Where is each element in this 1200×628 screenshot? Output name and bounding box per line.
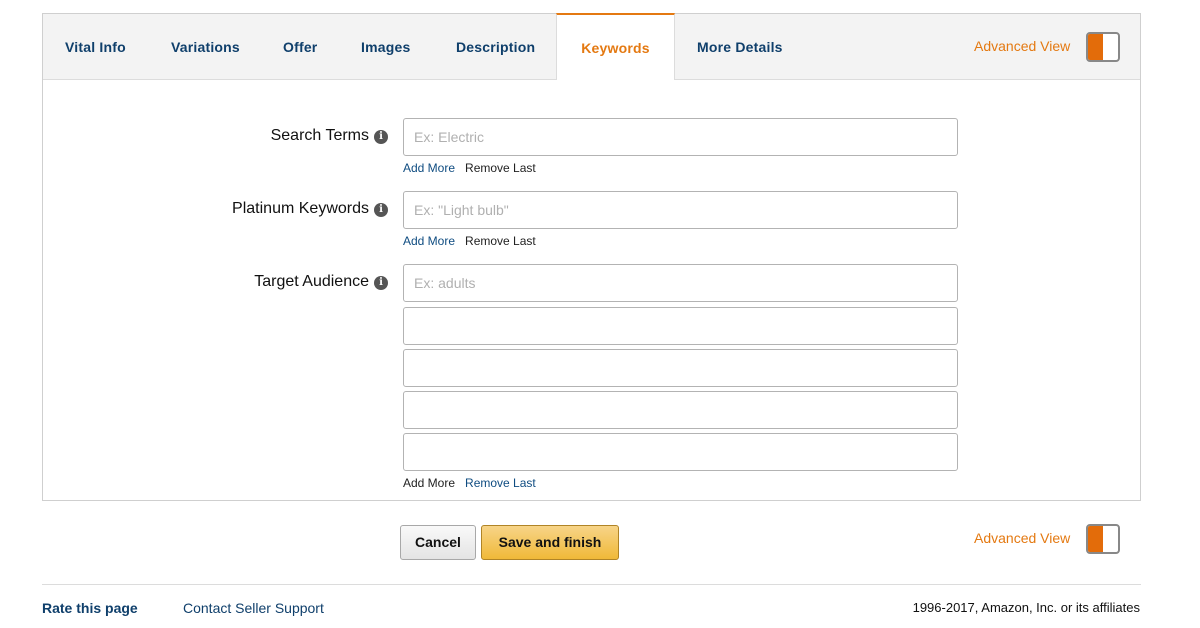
tab-keywords[interactable]: Keywords (556, 13, 675, 80)
target-audience-input-1[interactable] (403, 264, 958, 302)
platinum-keywords-add-more-link[interactable]: Add More (403, 234, 455, 248)
info-icon[interactable]: i (374, 276, 388, 290)
target-audience-label-text: Target Audience (254, 273, 369, 290)
tab-bar: Vital Info Variations Offer Images Descr… (43, 13, 1140, 80)
target-audience-input-5[interactable] (403, 433, 958, 471)
platinum-keywords-remove-last-link[interactable]: Remove Last (465, 234, 536, 248)
target-audience-input-4[interactable] (403, 391, 958, 429)
info-icon[interactable]: i (374, 203, 388, 217)
platinum-keywords-links: Add More Remove Last (403, 234, 546, 248)
search-terms-label: Search Terms i (271, 127, 388, 145)
search-terms-remove-last-link[interactable]: Remove Last (465, 161, 536, 175)
target-audience-remove-last-link[interactable]: Remove Last (465, 476, 536, 490)
advanced-view-toggle[interactable] (1086, 32, 1120, 62)
tab-description[interactable]: Description (456, 14, 535, 80)
target-audience-input-3[interactable] (403, 349, 958, 387)
target-audience-add-more-link[interactable]: Add More (403, 476, 455, 490)
toggle-knob (1088, 526, 1103, 552)
search-terms-input[interactable] (403, 118, 958, 156)
contact-seller-support-link[interactable]: Contact Seller Support (183, 600, 324, 616)
tab-images[interactable]: Images (361, 14, 410, 80)
platinum-keywords-input[interactable] (403, 191, 958, 229)
tab-more-details[interactable]: More Details (697, 14, 783, 80)
advanced-view-label[interactable]: Advanced View (974, 38, 1070, 54)
target-audience-label: Target Audience i (254, 273, 388, 291)
tab-vital-info[interactable]: Vital Info (65, 14, 126, 80)
info-icon[interactable]: i (374, 130, 388, 144)
search-terms-add-more-link[interactable]: Add More (403, 161, 455, 175)
platinum-keywords-label-text: Platinum Keywords (232, 200, 369, 217)
rate-this-page-link[interactable]: Rate this page (42, 600, 138, 616)
search-terms-links: Add More Remove Last (403, 161, 546, 175)
cancel-button[interactable]: Cancel (400, 525, 476, 560)
platinum-keywords-label: Platinum Keywords i (232, 200, 388, 218)
target-audience-links: Add More Remove Last (403, 476, 546, 490)
tab-offer[interactable]: Offer (283, 14, 317, 80)
copyright-text: 1996-2017, Amazon, Inc. or its affiliate… (912, 600, 1140, 615)
footer-divider (42, 584, 1141, 585)
target-audience-input-2[interactable] (403, 307, 958, 345)
advanced-view-label-bottom[interactable]: Advanced View (974, 530, 1070, 546)
advanced-view-toggle-bottom[interactable] (1086, 524, 1120, 554)
tab-variations[interactable]: Variations (171, 14, 240, 80)
search-terms-label-text: Search Terms (270, 127, 369, 144)
save-and-finish-button[interactable]: Save and finish (481, 525, 619, 560)
toggle-knob (1088, 34, 1103, 60)
